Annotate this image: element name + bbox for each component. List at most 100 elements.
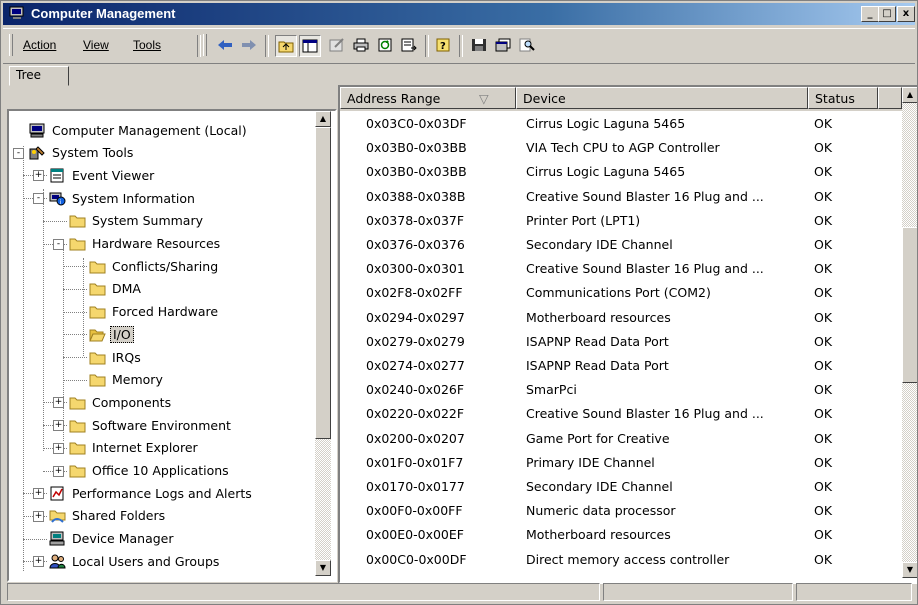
menu-action[interactable]: Action: [23, 38, 56, 52]
table-row[interactable]: 0x00E0-0x00EF Motherboard resources OK: [340, 523, 902, 546]
toolbar-grip[interactable]: [203, 34, 207, 56]
tree-item-label: Software Environment: [92, 417, 231, 433]
tree-item[interactable]: Hardware Resources: [69, 233, 222, 255]
tree-item[interactable]: Internet Explorer: [69, 437, 200, 459]
table-row[interactable]: 0x0294-0x0297 Motherboard resources OK: [340, 306, 902, 329]
toolbar-separator: [425, 35, 429, 57]
back-button[interactable]: [215, 35, 235, 55]
tree-item-label: Hardware Resources: [92, 236, 221, 251]
toolbar-grip[interactable]: [9, 34, 13, 56]
table-row[interactable]: 0x0300-0x0301 Creative Sound Blaster 16 P…: [340, 257, 902, 280]
tree-item-label: Event Viewer: [72, 167, 155, 183]
tree-item[interactable]: IRQs: [89, 346, 143, 368]
table-row[interactable]: 0x03C0-0x03DF Cirrus Logic Laguna 5465 OK: [340, 112, 902, 135]
forward-button[interactable]: [239, 35, 259, 55]
up-one-level-button[interactable]: [275, 35, 297, 57]
tree-item[interactable]: i System Information: [49, 187, 197, 209]
tree-item[interactable]: I/O: [89, 323, 134, 345]
table-row[interactable]: 0x01F0-0x01F7 Primary IDE Channel OK: [340, 451, 902, 474]
table-row[interactable]: 0x0376-0x0376 Secondary IDE Channel OK: [340, 233, 902, 256]
table-row[interactable]: 0x00F0-0x00FF Numeric data processor OK: [340, 499, 902, 522]
device-cell: Creative Sound Blaster 16 Plug and ...: [526, 406, 764, 422]
tree-item[interactable]: Computer Management (Local): [29, 119, 249, 141]
tree-item-label: Memory: [112, 372, 163, 388]
new-window-button[interactable]: [493, 35, 513, 55]
tree-scroll-down-button[interactable]: ▼: [315, 560, 331, 576]
close-button[interactable]: x: [897, 6, 915, 22]
table-row[interactable]: 0x0388-0x038B Creative Sound Blaster 16 P…: [340, 185, 902, 208]
minimize-button[interactable]: _: [861, 6, 879, 22]
export-list-button[interactable]: [399, 35, 419, 55]
tree-item[interactable]: System Tools: [29, 142, 135, 164]
address-cell: 0x0376-0x0376: [366, 237, 465, 252]
tree-item[interactable]: Device Manager: [49, 528, 176, 550]
maximize-button[interactable]: □: [878, 6, 896, 22]
device-cell: Creative Sound Blaster 16 Plug and ...: [526, 188, 764, 204]
device-cell: Cirrus Logic Laguna 5465: [526, 116, 686, 131]
device-cell: Numeric data processor: [526, 503, 676, 519]
tree-item[interactable]: DMA: [89, 278, 143, 300]
address-cell: 0x0170-0x0177: [366, 479, 465, 494]
tree-vertical-scrollbar[interactable]: ▲ ▼: [315, 111, 331, 576]
tree-item[interactable]: Office 10 Applications: [69, 460, 231, 482]
forward-arrow-icon: [242, 40, 256, 50]
tree-item[interactable]: Memory: [89, 369, 165, 391]
expand-toggle-icon[interactable]: +: [53, 465, 64, 477]
status-cell: OK: [814, 406, 833, 422]
table-row[interactable]: 0x0378-0x037F Printer Port (LPT1) OK: [340, 209, 902, 232]
tree-item[interactable]: Conflicts/Sharing: [89, 255, 220, 277]
table-row[interactable]: 0x0279-0x0279 ISAPNP Read Data Port OK: [340, 330, 902, 353]
table-row[interactable]: 0x0240-0x026F SmarPci OK: [340, 378, 902, 401]
status-cell: OK: [814, 333, 833, 349]
list-vertical-scrollbar[interactable]: ▲ ▼: [902, 87, 917, 578]
io-list-pane[interactable]: Address Range ▽ Device Status 0x03C0-0x0…: [338, 85, 917, 584]
tree-scroll-thumb[interactable]: [315, 127, 331, 439]
tree-item[interactable]: Performance Logs and Alerts: [49, 482, 254, 504]
tree-item[interactable]: Software Environment: [69, 414, 233, 436]
table-row[interactable]: 0x0274-0x0277 ISAPNP Read Data Port OK: [340, 354, 902, 377]
address-cell: 0x0378-0x037F: [366, 212, 465, 228]
table-row[interactable]: 0x0170-0x0177 Secondary IDE Channel OK: [340, 475, 902, 498]
tab-tree[interactable]: Tree: [9, 66, 69, 86]
list-header: Address Range ▽ Device Status: [340, 87, 917, 111]
refresh-button[interactable]: [375, 35, 395, 55]
save-button[interactable]: [469, 35, 489, 55]
tree-item[interactable]: Shared Folders: [49, 505, 167, 527]
expand-toggle-icon[interactable]: +: [53, 442, 64, 454]
folder-icon: [69, 213, 86, 228]
menu-view[interactable]: View: [83, 38, 109, 52]
properties-button[interactable]: [327, 35, 347, 55]
column-header-device[interactable]: Device: [516, 87, 808, 109]
expand-toggle-icon[interactable]: +: [33, 170, 44, 182]
column-header-status[interactable]: Status: [808, 87, 878, 109]
list-scroll-up-button[interactable]: ▲: [902, 87, 917, 103]
expand-toggle-icon[interactable]: +: [33, 510, 44, 522]
table-row[interactable]: 0x03B0-0x03BB VIA Tech CPU to AGP Control…: [340, 136, 902, 159]
tree-scroll-up-button[interactable]: ▲: [315, 111, 331, 127]
tree-item[interactable]: Event Viewer: [49, 164, 156, 186]
table-row[interactable]: 0x00C0-0x00DF Direct memory access contro…: [340, 548, 902, 571]
search-button[interactable]: [517, 35, 537, 55]
list-scroll-thumb[interactable]: [902, 227, 917, 383]
column-header-address-range[interactable]: Address Range ▽: [340, 87, 516, 109]
device-cell: Creative Sound Blaster 16 Plug and ...: [526, 261, 764, 277]
help-button[interactable]: ?: [433, 35, 453, 55]
list-scroll-down-button[interactable]: ▼: [902, 562, 917, 578]
table-row[interactable]: 0x0220-0x022F Creative Sound Blaster 16 P…: [340, 402, 902, 425]
table-row[interactable]: 0x03B0-0x03BB Cirrus Logic Laguna 5465 OK: [340, 160, 902, 183]
title-bar[interactable]: Computer Management _ □ x: [3, 3, 915, 25]
tree-item-label: Office 10 Applications: [92, 463, 229, 478]
print-button[interactable]: [351, 35, 371, 55]
tree-item[interactable]: Components: [69, 391, 173, 413]
expand-toggle-icon[interactable]: +: [33, 556, 44, 568]
menu-tools[interactable]: Tools: [133, 38, 161, 52]
tree-item[interactable]: Local Users and Groups: [49, 550, 221, 572]
expand-toggle-icon[interactable]: +: [33, 488, 44, 500]
table-row[interactable]: 0x0200-0x0207 Game Port for Creative OK: [340, 427, 902, 450]
tree-item[interactable]: System Summary: [69, 210, 205, 232]
show-hide-tree-button[interactable]: [299, 35, 321, 57]
tree-item[interactable]: Forced Hardware: [89, 301, 220, 323]
console-tree-pane[interactable]: Computer Management (Local) System Tools -…: [7, 109, 337, 582]
status-panel-right: [796, 583, 912, 601]
table-row[interactable]: 0x02F8-0x02FF Communications Port (COM2) O…: [340, 281, 902, 304]
